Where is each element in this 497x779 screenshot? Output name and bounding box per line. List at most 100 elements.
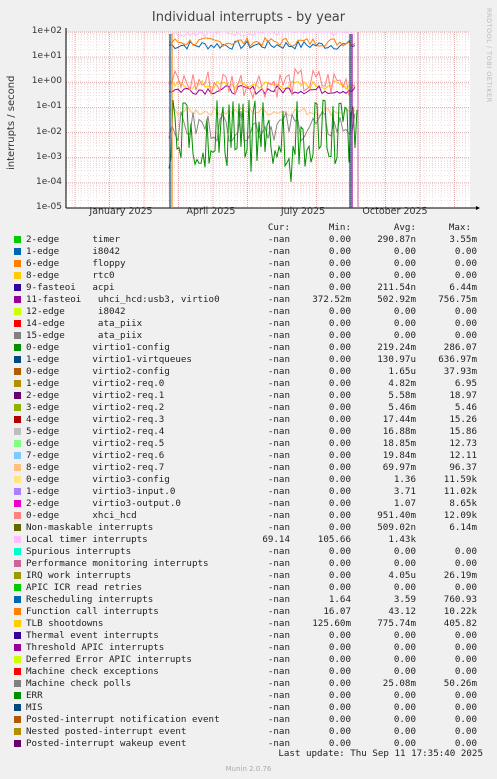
legend-avg: 18.85m (382, 438, 416, 449)
legend-row: Deferred Error APIC interrupts -nan 0.00 0.… (14, 654, 484, 666)
legend-cur: -nan (267, 378, 290, 389)
legend-cur: -nan (267, 702, 290, 713)
legend-min: 0.00 (328, 642, 351, 653)
legend-avg: 4.05u (388, 570, 416, 581)
legend-cur: -nan (267, 246, 290, 257)
y-tick-label: 1e+02 (31, 26, 62, 36)
legend-cur: -nan (267, 510, 290, 521)
legend-swatch (14, 548, 21, 555)
legend-row: Local timer interrupts 69.14 105.66 1.43k (14, 534, 484, 546)
legend-swatch (14, 392, 21, 399)
legend-label: Thermal event interrupts (26, 630, 159, 641)
legend-swatch (14, 248, 21, 255)
legend-cur: -nan (267, 414, 290, 425)
legend-row: APIC ICR read retries -nan 0.00 0.00 0.00 (14, 582, 484, 594)
legend-swatch (14, 596, 21, 603)
legend-avg: 0.00 (393, 582, 416, 593)
legend-label: 1-edge virtio3-input.0 (26, 486, 176, 497)
legend-min: 0.00 (328, 486, 351, 497)
legend-swatch (14, 416, 21, 423)
legend-min: 0.00 (328, 546, 351, 557)
legend-row: 1-edge i8042 -nan 0.00 0.00 0.00 (14, 246, 484, 258)
legend-cur: -nan (267, 630, 290, 641)
legend-row: 9-fasteoi acpi -nan 0.00 211.54n 6.44m (14, 282, 484, 294)
legend-avg: 0.00 (393, 558, 416, 569)
legend-row: 14-edge ata_piix -nan 0.00 0.00 0.00 (14, 318, 484, 330)
legend-max: 6.14m (449, 522, 477, 533)
legend-avg: 290.87n (377, 234, 416, 245)
legend-row: Function call interrupts -nan 16.07 43.12 10… (14, 606, 484, 618)
legend-label: Machine check exceptions (26, 666, 159, 677)
legend-avg: 0.00 (393, 246, 416, 257)
y-tick-label: 1e-05 (36, 202, 62, 212)
legend-min: 0.00 (328, 426, 351, 437)
legend-avg: 69.97m (382, 462, 416, 473)
legend-max: 0.00 (454, 702, 477, 713)
legend-label: Spurious interrupts (26, 546, 132, 557)
legend-label: 3-edge virtio2-req.2 (26, 402, 165, 413)
legend-swatch (14, 428, 21, 435)
legend-cur: -nan (267, 426, 290, 437)
legend-avg: 0.00 (393, 654, 416, 665)
legend-avg: 0.00 (393, 702, 416, 713)
legend-avg: 3.59 (393, 594, 416, 605)
legend-max: 0.00 (454, 630, 477, 641)
legend-avg: 3.71 (393, 486, 416, 497)
legend-avg: 19.84m (382, 450, 416, 461)
legend-min: 0.00 (328, 558, 351, 569)
legend-swatch (14, 656, 21, 663)
legend-avg: 0.00 (393, 330, 416, 341)
legend-max: 0.00 (454, 726, 477, 737)
legend-label: 2-edge virtio3-output.0 (26, 498, 181, 509)
legend-min: 0.00 (328, 690, 351, 701)
legend-min: 125.60m (312, 618, 351, 629)
legend-min: 0.00 (328, 582, 351, 593)
legend-min: 0.00 (328, 342, 351, 353)
legend-swatch (14, 512, 21, 519)
legend-cur: -nan (267, 342, 290, 353)
legend-label: Function call interrupts (26, 606, 159, 617)
legend-min: 372.52m (312, 294, 351, 305)
legend-cur: -nan (267, 582, 290, 593)
legend-label: 14-edge ata_piix (26, 318, 143, 329)
legend-max: 18.97 (449, 390, 477, 401)
y-tick-label: 1e+00 (31, 76, 62, 87)
legend-row: 2-edge timer -nan 0.00 290.87n 3.55m (14, 234, 484, 246)
legend-row: 1-edge virtio1-virtqueues -nan 0.00 130.97u… (14, 354, 484, 366)
legend-swatch (14, 320, 21, 327)
legend-min: 0.00 (328, 282, 351, 293)
legend-avg: 0.00 (393, 690, 416, 701)
legend-min: 0.00 (328, 402, 351, 413)
legend-max: 0.00 (454, 582, 477, 593)
legend-min: 0.00 (328, 654, 351, 665)
legend-avg: 1.65u (388, 366, 416, 377)
legend-label: 0-edge virtio3-config (26, 474, 170, 485)
legend-max: 10.22k (443, 606, 477, 617)
legend-min: 0.00 (328, 498, 351, 509)
legend-avg: 17.44m (382, 414, 416, 425)
column-header-cur: Cur: (267, 222, 290, 233)
legend-label: 5-edge virtio2-req.4 (26, 426, 165, 437)
legend-avg: 4.82m (388, 378, 416, 389)
legend-min: 0.00 (328, 390, 351, 401)
legend-row: 4-edge virtio2-req.3 -nan 0.00 17.44m 15.26 (14, 414, 484, 426)
legend-swatch (14, 668, 21, 675)
legend-row: 1-edge virtio2-req.0 -nan 0.00 4.82m 6.95 (14, 378, 484, 390)
legend-label: 1-edge virtio1-virtqueues (26, 354, 192, 365)
legend-avg: 1.07 (393, 498, 416, 509)
legend-cur: -nan (267, 486, 290, 497)
legend-label: Posted-interrupt notification event (26, 714, 220, 725)
legend-swatch (14, 380, 21, 387)
legend-row: 7-edge virtio2-req.6 -nan 0.00 19.84m 12.11 (14, 450, 484, 462)
legend-swatch (14, 680, 21, 687)
legend-min: 105.66 (317, 534, 351, 545)
legend-cur: -nan (267, 234, 290, 245)
legend-min: 0.00 (328, 378, 351, 389)
legend-avg: 25.08m (382, 678, 416, 689)
legend-swatch (14, 584, 21, 591)
legend-avg: 0.00 (393, 270, 416, 281)
legend-label: Posted-interrupt wakeup event (26, 738, 187, 749)
legend-label: 12-edge i8042 (26, 306, 126, 317)
legend-max: 0.00 (454, 642, 477, 653)
legend-max: 6.44m (449, 282, 477, 293)
